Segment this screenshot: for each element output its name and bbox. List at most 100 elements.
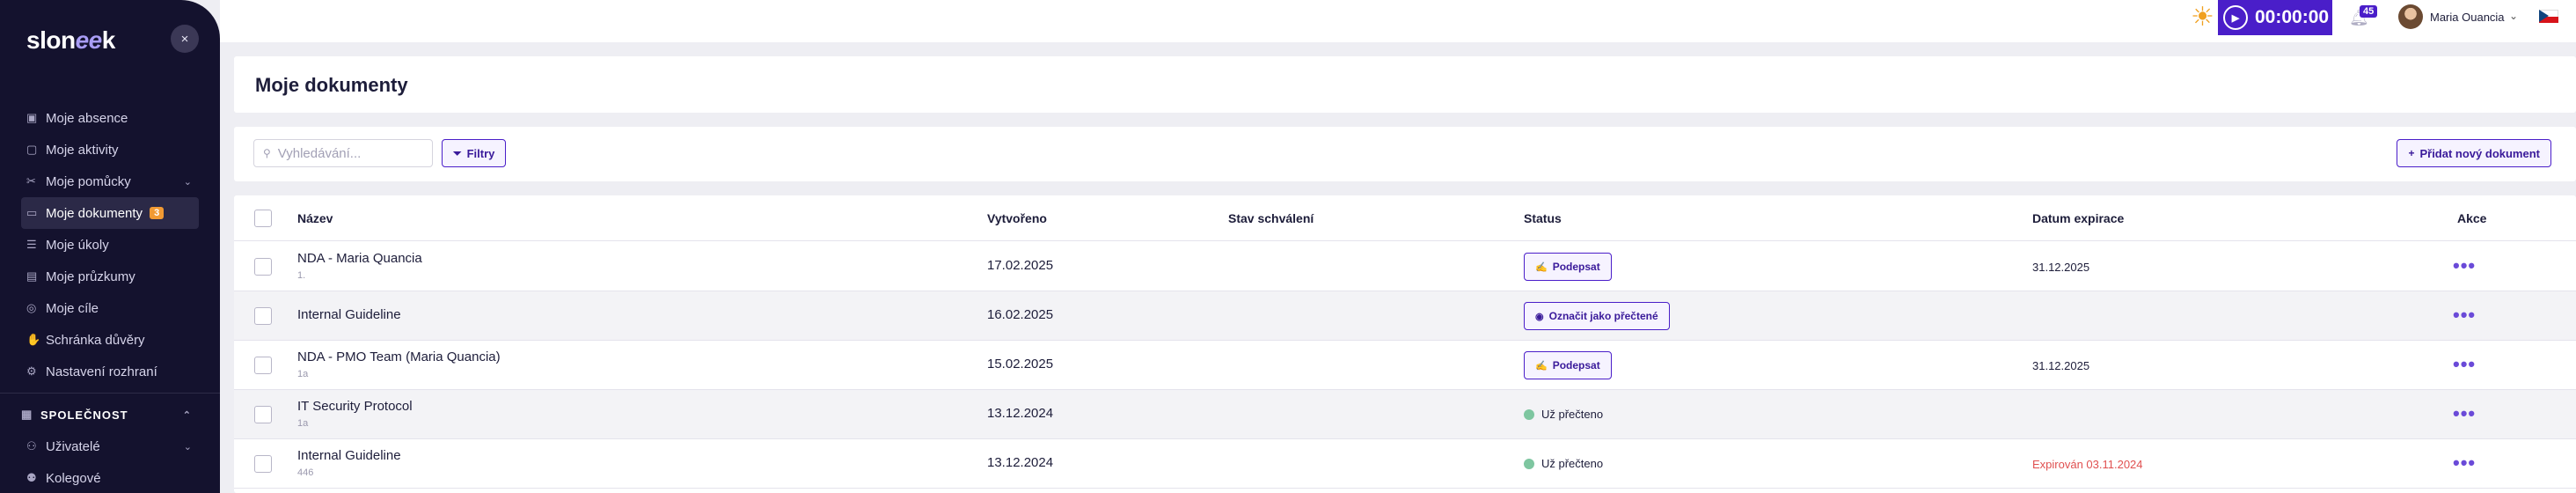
row-checkbox[interactable] (254, 357, 272, 374)
select-all-checkbox[interactable] (254, 210, 272, 227)
row-checkbox[interactable] (254, 307, 272, 325)
logo-tail: k (101, 26, 116, 54)
status-action-label: Podepsat (1552, 359, 1600, 372)
document-name[interactable]: NDA - Maria Quancia (297, 251, 422, 266)
filter-button[interactable]: ⏷ Filtry (442, 139, 507, 167)
logo-text: slon (26, 26, 76, 54)
table-row[interactable]: Internal Guideline 446 13.12.2024 Už přečte… (234, 439, 2576, 489)
row-checkbox[interactable] (254, 455, 272, 473)
add-document-label: Přidat nový dokument (2419, 146, 2540, 160)
more-actions-icon[interactable]: ••• (2453, 353, 2476, 376)
status-dot (1524, 458, 1534, 469)
sidebar-item-label: Moje dokumenty (46, 205, 143, 221)
document-name[interactable]: NDA - PMO Team (Maria Quancia) (297, 350, 501, 364)
notification-badge: 45 (2360, 5, 2378, 18)
sidebar-item[interactable]: ⚇ Uživatelé ⌄ (21, 430, 199, 462)
header-approval[interactable]: Stav schválení (1228, 211, 1314, 225)
sidebar-divider (0, 393, 220, 394)
sidebar-item-label: Moje aktivity (46, 142, 119, 158)
document-name[interactable]: IT Security Protocol (297, 399, 413, 414)
gear-icon: ⚙ (26, 364, 37, 378)
plus-icon: + (2408, 147, 2415, 159)
more-actions-icon[interactable]: ••• (2453, 452, 2476, 475)
survey-icon: ▤ (26, 269, 38, 283)
row-checkbox[interactable] (254, 406, 272, 423)
folder-icon: ▭ (26, 206, 38, 219)
table-row[interactable]: NDA - Maria Quancia 1. 17.02.2025 ✍ Podepsat… (234, 242, 2576, 291)
sun-icon[interactable]: ☀ (2191, 4, 2214, 31)
search-icon: ⚲ (263, 147, 271, 159)
sidebar-item[interactable]: ⚙ Nastavení rozhraní (21, 356, 199, 387)
created-date: 16.02.2025 (987, 307, 1054, 322)
sidebar-item-label: Moje absence (46, 110, 128, 126)
header-expiry[interactable]: Datum expirace (2032, 211, 2124, 225)
document-name[interactable]: Internal Guideline (297, 307, 401, 322)
sidebar-item[interactable]: ◎ Moje cíle (21, 292, 199, 324)
expiry-date: Expirován 03.11.2024 (2032, 458, 2143, 471)
documents-table: Název Vytvořeno Stav schválení Status Da… (234, 195, 2576, 493)
sidebar-item-label: Uživatelé (46, 438, 100, 454)
colleagues-icon: ⚉ (26, 471, 37, 484)
close-sidebar-button[interactable]: × (171, 25, 199, 53)
status-action-button[interactable]: ✍ Podepsat (1524, 351, 1612, 379)
more-actions-icon[interactable]: ••• (2453, 254, 2476, 277)
status-action-button[interactable]: ✍ Podepsat (1524, 253, 1612, 281)
status-dot (1524, 408, 1534, 420)
sidebar-item[interactable]: ⚉ Kolegové (21, 462, 199, 493)
filter-label: Filtry (466, 146, 495, 160)
status-action-button[interactable]: ◉ Označit jako přečtené (1524, 302, 1670, 330)
timer-value: 00:00:00 (2255, 7, 2330, 27)
play-icon: ▶ (2223, 5, 2248, 30)
document-version: 1. (297, 270, 306, 281)
status-label: Už přečteno (1541, 408, 1604, 421)
header-name[interactable]: Název (297, 211, 333, 225)
chevron-down-icon: ⌄ (183, 441, 192, 453)
sidebar-item-label: Kolegové (46, 470, 101, 486)
czech-flag-icon[interactable] (2539, 10, 2558, 23)
expiry-date: 31.12.2025 (2032, 261, 2090, 274)
user-name[interactable]: Maria Ouancia (2430, 11, 2505, 24)
sidebar-item[interactable]: ▣ Moje absence (21, 102, 199, 134)
header-created[interactable]: Vytvořeno (987, 211, 1047, 225)
table-row[interactable]: NDA - PMO Team (Maria Quancia) 1a 15.02.20… (234, 341, 2576, 390)
header-actions: Akce (2457, 211, 2487, 225)
logo[interactable]: sloneek (26, 26, 115, 55)
sidebar-item[interactable]: ▤ Moje průzkumy (21, 261, 199, 292)
avatar[interactable] (2398, 4, 2423, 29)
table-row[interactable]: Internal Guideline 16.02.2025 ◉ Označit jak… (234, 291, 2576, 341)
sidebar-nav: ▣ Moje absence ▢ Moje aktivity ✂ Moje pomůcky… (0, 102, 220, 493)
tools-icon: ✂ (26, 174, 36, 188)
funnel-icon: ⏷ (453, 146, 462, 159)
status-read: Už přečteno (1524, 408, 1603, 421)
add-document-button[interactable]: + Přidat nový dokument (2397, 139, 2551, 167)
more-actions-icon[interactable]: ••• (2453, 304, 2476, 327)
sidebar-item[interactable]: ☰ Moje úkoly (21, 229, 199, 261)
chevron-up-icon: ⌃ (182, 409, 192, 421)
sidebar-item-label: Nastavení rozhraní (46, 364, 157, 379)
sidebar-item[interactable]: ▢ Moje aktivity (21, 134, 199, 166)
header-status[interactable]: Status (1524, 211, 1562, 225)
sidebar-item[interactable]: ✋ Schránka důvěry (21, 324, 199, 356)
status-action-label: Podepsat (1552, 261, 1600, 273)
created-date: 13.12.2024 (987, 455, 1054, 470)
time-tracker-button[interactable]: ▶ 00:00:00 (2218, 0, 2332, 35)
table-row[interactable]: IT Security Protocol 1a 13.12.2024 Už přečt… (234, 390, 2576, 439)
sidebar-item[interactable]: ▭ Moje dokumenty 3 (21, 197, 199, 229)
sidebar-item-label: Moje cíle (46, 300, 99, 316)
logo-accent: ee (75, 26, 103, 54)
sidebar-item-label: Moje pomůcky (46, 173, 131, 189)
sidebar-item[interactable]: ✂ Moje pomůcky ⌄ (21, 166, 199, 197)
sidebar-item-label: Moje úkoly (46, 237, 109, 253)
hand-icon: ✋ (26, 333, 41, 346)
expiry-date: 31.12.2025 (2032, 359, 2090, 372)
document-name[interactable]: Internal Guideline (297, 448, 401, 463)
more-actions-icon[interactable]: ••• (2453, 402, 2476, 425)
list-icon: ☰ (26, 238, 37, 251)
row-checkbox[interactable] (254, 258, 272, 276)
search-input[interactable]: ⚲ Vyhledávání... (253, 139, 433, 167)
document-version: 1a (297, 418, 309, 429)
chevron-down-icon[interactable]: ⌄ (2509, 10, 2518, 22)
sidebar: sloneek × ▣ Moje absence ▢ Moje aktivity ✂ Mo… (0, 0, 220, 493)
sidebar-section-company[interactable]: ▦ SPOLEČNOST ⌃ (21, 399, 199, 430)
users-icon: ⚇ (26, 439, 37, 453)
